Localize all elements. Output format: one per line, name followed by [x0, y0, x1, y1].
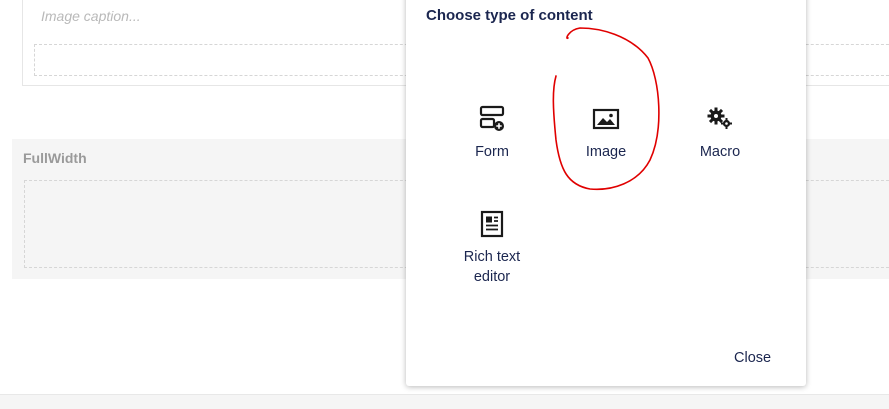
content-option-image-label: Image — [585, 144, 627, 160]
document-icon — [480, 210, 504, 238]
content-option-rich-text-editor-label: Rich text editor — [463, 249, 521, 285]
content-option-macro-label: Macro — [699, 144, 741, 160]
content-option-form[interactable]: Form — [437, 105, 547, 162]
choose-content-dialog: Choose type of content Form Image Macro … — [406, 0, 806, 386]
dialog-title: Choose type of content — [426, 7, 593, 24]
content-option-form-label: Form — [475, 144, 509, 160]
gears-icon — [707, 107, 732, 129]
form-icon — [479, 105, 505, 131]
content-option-rich-text-editor[interactable]: Rich text editor — [437, 210, 547, 287]
content-option-macro[interactable]: Macro — [665, 105, 775, 162]
bottom-bar — [0, 394, 889, 409]
image-icon — [592, 108, 620, 130]
content-option-image[interactable]: Image — [551, 105, 661, 162]
fullwidth-title: FullWidth — [23, 150, 87, 166]
image-caption-placeholder[interactable]: Image caption... — [41, 8, 141, 24]
close-button[interactable]: Close — [726, 350, 779, 366]
